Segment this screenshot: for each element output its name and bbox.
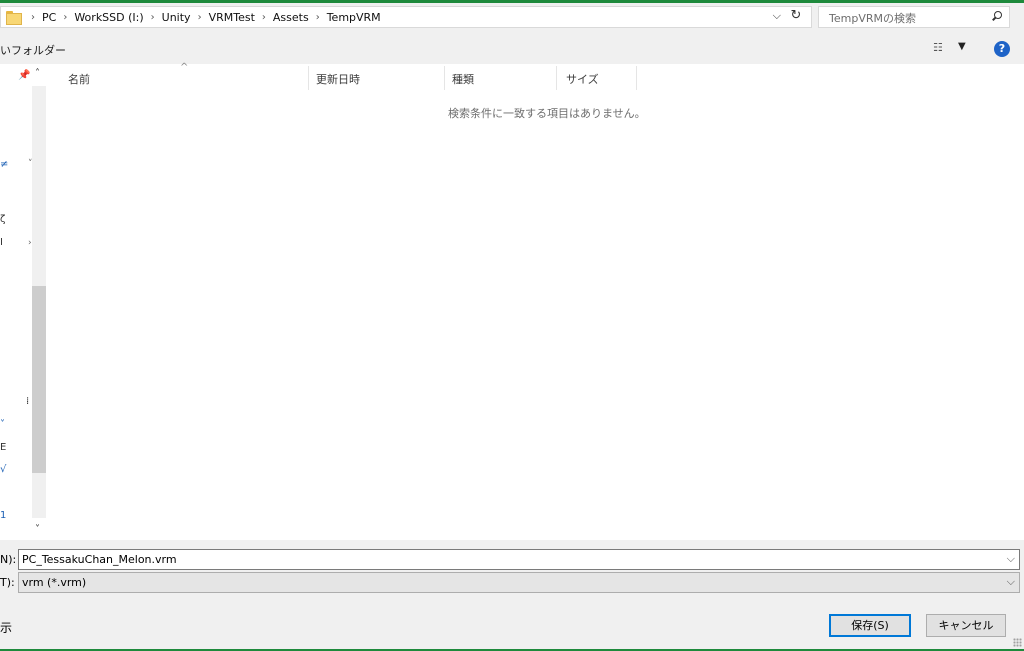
pin-icon[interactable]: 📌 [18,70,30,81]
breadcrumb-item-pc[interactable]: PC [42,11,56,24]
cancel-button[interactable]: キャンセル [926,614,1006,637]
chevron-down-icon[interactable]: ⌵ [1007,575,1015,589]
column-header-date-modified[interactable]: 更新日時 [316,71,360,87]
view-options-dropdown-icon[interactable]: ▼ [958,41,966,52]
nav-item-fragment[interactable]: 1 [0,510,6,521]
search-icon[interactable] [991,9,1003,23]
column-divider[interactable] [636,66,637,90]
empty-folder-message: 検索条件に一致する項目はありません。 [448,107,646,120]
chevron-right-icon: › [31,11,35,23]
chevron-right-icon[interactable]: › [28,238,32,248]
hide-folders-toggle[interactable]: 示 [0,619,12,636]
new-folder-button[interactable]: いフォルダー [0,42,66,58]
chevron-down-icon[interactable]: ˅ [28,159,33,169]
nav-item-fragment[interactable]: ζ [0,214,5,225]
breadcrumb-item-workssd[interactable]: WorkSSD (I:) [74,11,143,24]
navigation-scrollbar-thumb[interactable] [32,286,46,473]
address-history-dropdown-icon[interactable]: ⌵ [773,9,781,23]
breadcrumb-item-assets[interactable]: Assets [273,11,309,24]
folder-icon [6,11,22,25]
breadcrumb-item-tempvrm[interactable]: TempVRM [327,11,381,24]
file-type-label: T): [0,576,15,589]
column-header-size[interactable]: サイズ [566,71,599,87]
toolbar: いフォルダー ☷ ▼ ? [0,36,1024,64]
file-type-select[interactable]: vrm (*.vrm) ⌵ [18,572,1020,593]
navigation-pane[interactable]: 📌 ˄ ≠ ˅ ζ I › ⁞ ˅ E √ 1 ˅ [0,64,48,540]
file-list[interactable]: ^ 名前 更新日時 種類 サイズ 検索条件に一致する項目はありません。 [48,62,1024,540]
breadcrumb: › PC › WorkSSD (I:) › Unity › VRMTest › … [24,11,381,24]
column-header-name[interactable]: 名前 [68,71,90,87]
save-button[interactable]: 保存(S) [829,614,911,637]
refresh-icon[interactable]: ↻ [787,8,805,23]
breadcrumb-item-unity[interactable]: Unity [162,11,191,24]
help-icon[interactable]: ? [994,41,1010,57]
file-type-value: vrm (*.vrm) [22,576,87,589]
column-divider[interactable] [444,66,445,90]
view-options-icon[interactable]: ☷ [933,41,943,54]
scroll-down-icon[interactable]: ˅ [35,524,40,535]
column-divider[interactable] [556,66,557,90]
search-placeholder: TempVRMの検索 [829,12,916,25]
chevron-right-icon[interactable]: › [63,12,67,23]
file-name-label: N): [0,553,17,566]
breadcrumb-item-vrmtest[interactable]: VRMTest [209,11,255,24]
nav-item-fragment[interactable]: √ [0,464,6,475]
file-name-value: PC_TessakuChan_Melon.vrm [22,553,177,566]
nav-item-fragment[interactable]: ⁞ [26,396,29,407]
chevron-right-icon[interactable]: › [198,12,202,23]
chevron-right-icon[interactable]: › [151,12,155,23]
sort-ascending-icon: ^ [180,62,189,73]
scroll-up-icon[interactable]: ˄ [35,68,40,79]
column-header-type[interactable]: 種類 [452,71,474,87]
address-bar[interactable]: › PC › WorkSSD (I:) › Unity › VRMTest › … [0,6,812,28]
column-divider[interactable] [308,66,309,90]
nav-item-fragment[interactable]: I [0,237,3,248]
window-top-border [0,0,1024,3]
nav-item-fragment[interactable]: ˅ [0,419,5,430]
nav-item-fragment[interactable]: E [0,442,6,453]
resize-grip-icon[interactable] [1013,638,1022,647]
file-name-input[interactable]: PC_TessakuChan_Melon.vrm ⌵ [18,549,1020,570]
chevron-down-icon[interactable]: ⌵ [1007,552,1015,566]
search-input[interactable]: TempVRMの検索 [818,6,1010,28]
nav-item-fragment[interactable]: ≠ [0,159,8,170]
chevron-right-icon[interactable]: › [316,12,320,23]
chevron-right-icon[interactable]: › [262,12,266,23]
